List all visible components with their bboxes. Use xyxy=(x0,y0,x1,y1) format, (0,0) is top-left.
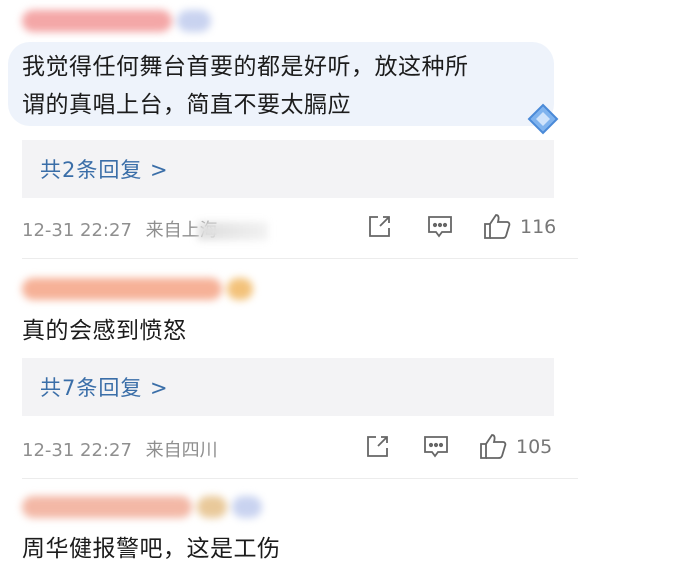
comment-location: 来自四川 xyxy=(145,440,218,461)
username-blurred[interactable] xyxy=(22,10,212,36)
like-count: 105 xyxy=(516,436,553,458)
thumbs-up-icon[interactable] xyxy=(478,432,508,460)
location-blur xyxy=(197,222,268,240)
comment-text: 真的会感到愤怒 xyxy=(22,318,187,344)
comment-icon[interactable] xyxy=(422,434,450,460)
comment-text: 周华健报警吧，这是工伤 xyxy=(22,536,281,562)
replies-link[interactable]: 共2条回复 > xyxy=(22,140,554,198)
share-icon[interactable] xyxy=(366,214,392,240)
replies-link[interactable]: 共7条回复 > xyxy=(22,358,554,416)
comment-meta: 12-31 22:27 来自四川 xyxy=(22,436,218,462)
comment-icon[interactable] xyxy=(426,214,454,240)
comment-text: 我觉得任何舞台首要的都是好听，放这种所 谓的真唱上台，简直不要太膈应 xyxy=(22,54,469,118)
comment-time: 12-31 22:27 xyxy=(22,220,132,241)
comment-meta: 12-31 22:27 来自上海 xyxy=(22,216,268,242)
comment-time: 12-31 22:27 xyxy=(22,440,132,461)
replies-label: 共7条回复 > xyxy=(40,376,169,400)
thumbs-up-icon[interactable] xyxy=(482,212,512,240)
username-blurred[interactable] xyxy=(22,496,272,522)
like-count: 116 xyxy=(520,216,557,238)
username-blurred[interactable] xyxy=(22,278,262,304)
divider xyxy=(22,478,578,479)
share-icon[interactable] xyxy=(364,434,390,460)
replies-label: 共2条回复 > xyxy=(40,158,169,182)
diamond-badge-icon xyxy=(526,102,560,136)
divider xyxy=(22,258,578,259)
